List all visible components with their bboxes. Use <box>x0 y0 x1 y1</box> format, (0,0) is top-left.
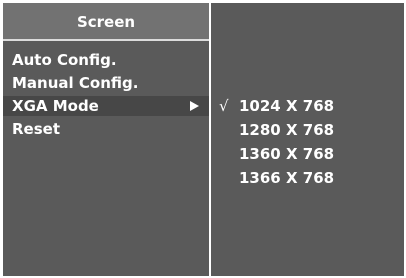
option-1360x768[interactable]: 1360 X 768 <box>211 144 404 164</box>
option-1366x768[interactable]: 1366 X 768 <box>211 168 404 188</box>
menu-title: Screen <box>76 13 136 31</box>
title-divider <box>3 39 209 41</box>
screen-osd-menu: Screen Auto Config. Manual Config. XGA M… <box>3 3 404 276</box>
submenu-panel: √ 1024 X 768 1280 X 768 1360 X 768 1366 … <box>211 3 404 276</box>
menu-item-label: Reset <box>12 120 60 138</box>
option-label: 1366 X 768 <box>239 169 335 187</box>
menu-item-label: Auto Config. <box>12 51 117 69</box>
menu-item-xga-mode[interactable]: XGA Mode <box>3 96 209 116</box>
checkmark-icon: √ <box>219 97 229 115</box>
menu-item-label: XGA Mode <box>12 97 99 115</box>
menu-item-auto-config[interactable]: Auto Config. <box>3 50 209 70</box>
submenu-arrow-icon <box>190 101 199 111</box>
option-label: 1024 X 768 <box>239 97 335 115</box>
menu-title-bar: Screen <box>3 3 209 39</box>
menu-item-manual-config[interactable]: Manual Config. <box>3 73 209 93</box>
main-menu-panel: Screen Auto Config. Manual Config. XGA M… <box>3 3 209 276</box>
menu-item-reset[interactable]: Reset <box>3 119 209 139</box>
option-label: 1280 X 768 <box>239 121 335 139</box>
option-1024x768[interactable]: √ 1024 X 768 <box>211 96 404 116</box>
option-1280x768[interactable]: 1280 X 768 <box>211 120 404 140</box>
menu-item-label: Manual Config. <box>12 74 139 92</box>
option-label: 1360 X 768 <box>239 145 335 163</box>
